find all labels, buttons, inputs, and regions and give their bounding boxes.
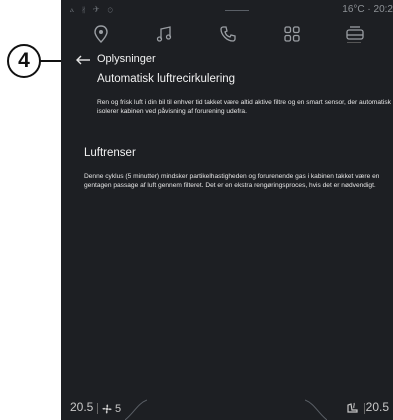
- section-body-recirculation: Ren og frisk luft i din bil til enhver t…: [97, 99, 391, 115]
- climate-bar: 20.5 5 20.5: [61, 398, 393, 420]
- infotainment-screen: ⲁ ∦ ✈ ⊙ 16°C · 20:2 Oplysninger Automati…: [61, 0, 393, 420]
- page-title: Oplysninger: [97, 53, 156, 65]
- fan-speed-level: 5: [115, 403, 122, 415]
- status-symbols: ⲁ ∦ ✈ ⊙: [70, 5, 116, 14]
- back-arrow-icon[interactable]: [75, 52, 91, 68]
- climate-divider-left: [97, 403, 98, 414]
- apps-grid-icon[interactable]: [282, 24, 302, 44]
- location-pin-icon[interactable]: [91, 24, 111, 44]
- climate-bar-curve-left: [125, 399, 147, 420]
- fan-icon: [102, 404, 112, 414]
- status-info: 16°C · 20:2: [342, 4, 393, 15]
- temperature-right[interactable]: 20.5: [366, 400, 389, 414]
- temperature-left[interactable]: 20.5: [70, 400, 93, 414]
- top-nav-bar: [61, 22, 393, 44]
- car-icon[interactable]: [345, 24, 365, 44]
- active-tab-indicator: [347, 42, 361, 43]
- section-body-purifier: Denne cyklus (5 minutter) mindsker parti…: [84, 173, 380, 189]
- callout-number-badge: 4: [7, 44, 41, 78]
- seat-heat-control[interactable]: [345, 401, 359, 415]
- climate-bar-curve-right: [305, 399, 327, 420]
- section-title-recirculation: Automatisk luftrecirkulering: [97, 73, 236, 85]
- seat-heat-icon: [347, 402, 358, 413]
- phone-icon[interactable]: [218, 24, 238, 44]
- status-bar: ⲁ ∦ ✈ ⊙ 16°C · 20:2: [61, 0, 393, 20]
- section-title-purifier: Luftrenser: [84, 147, 136, 159]
- fan-speed-control[interactable]: 5: [101, 402, 121, 416]
- music-note-icon[interactable]: [154, 24, 174, 44]
- status-divider: [225, 10, 249, 11]
